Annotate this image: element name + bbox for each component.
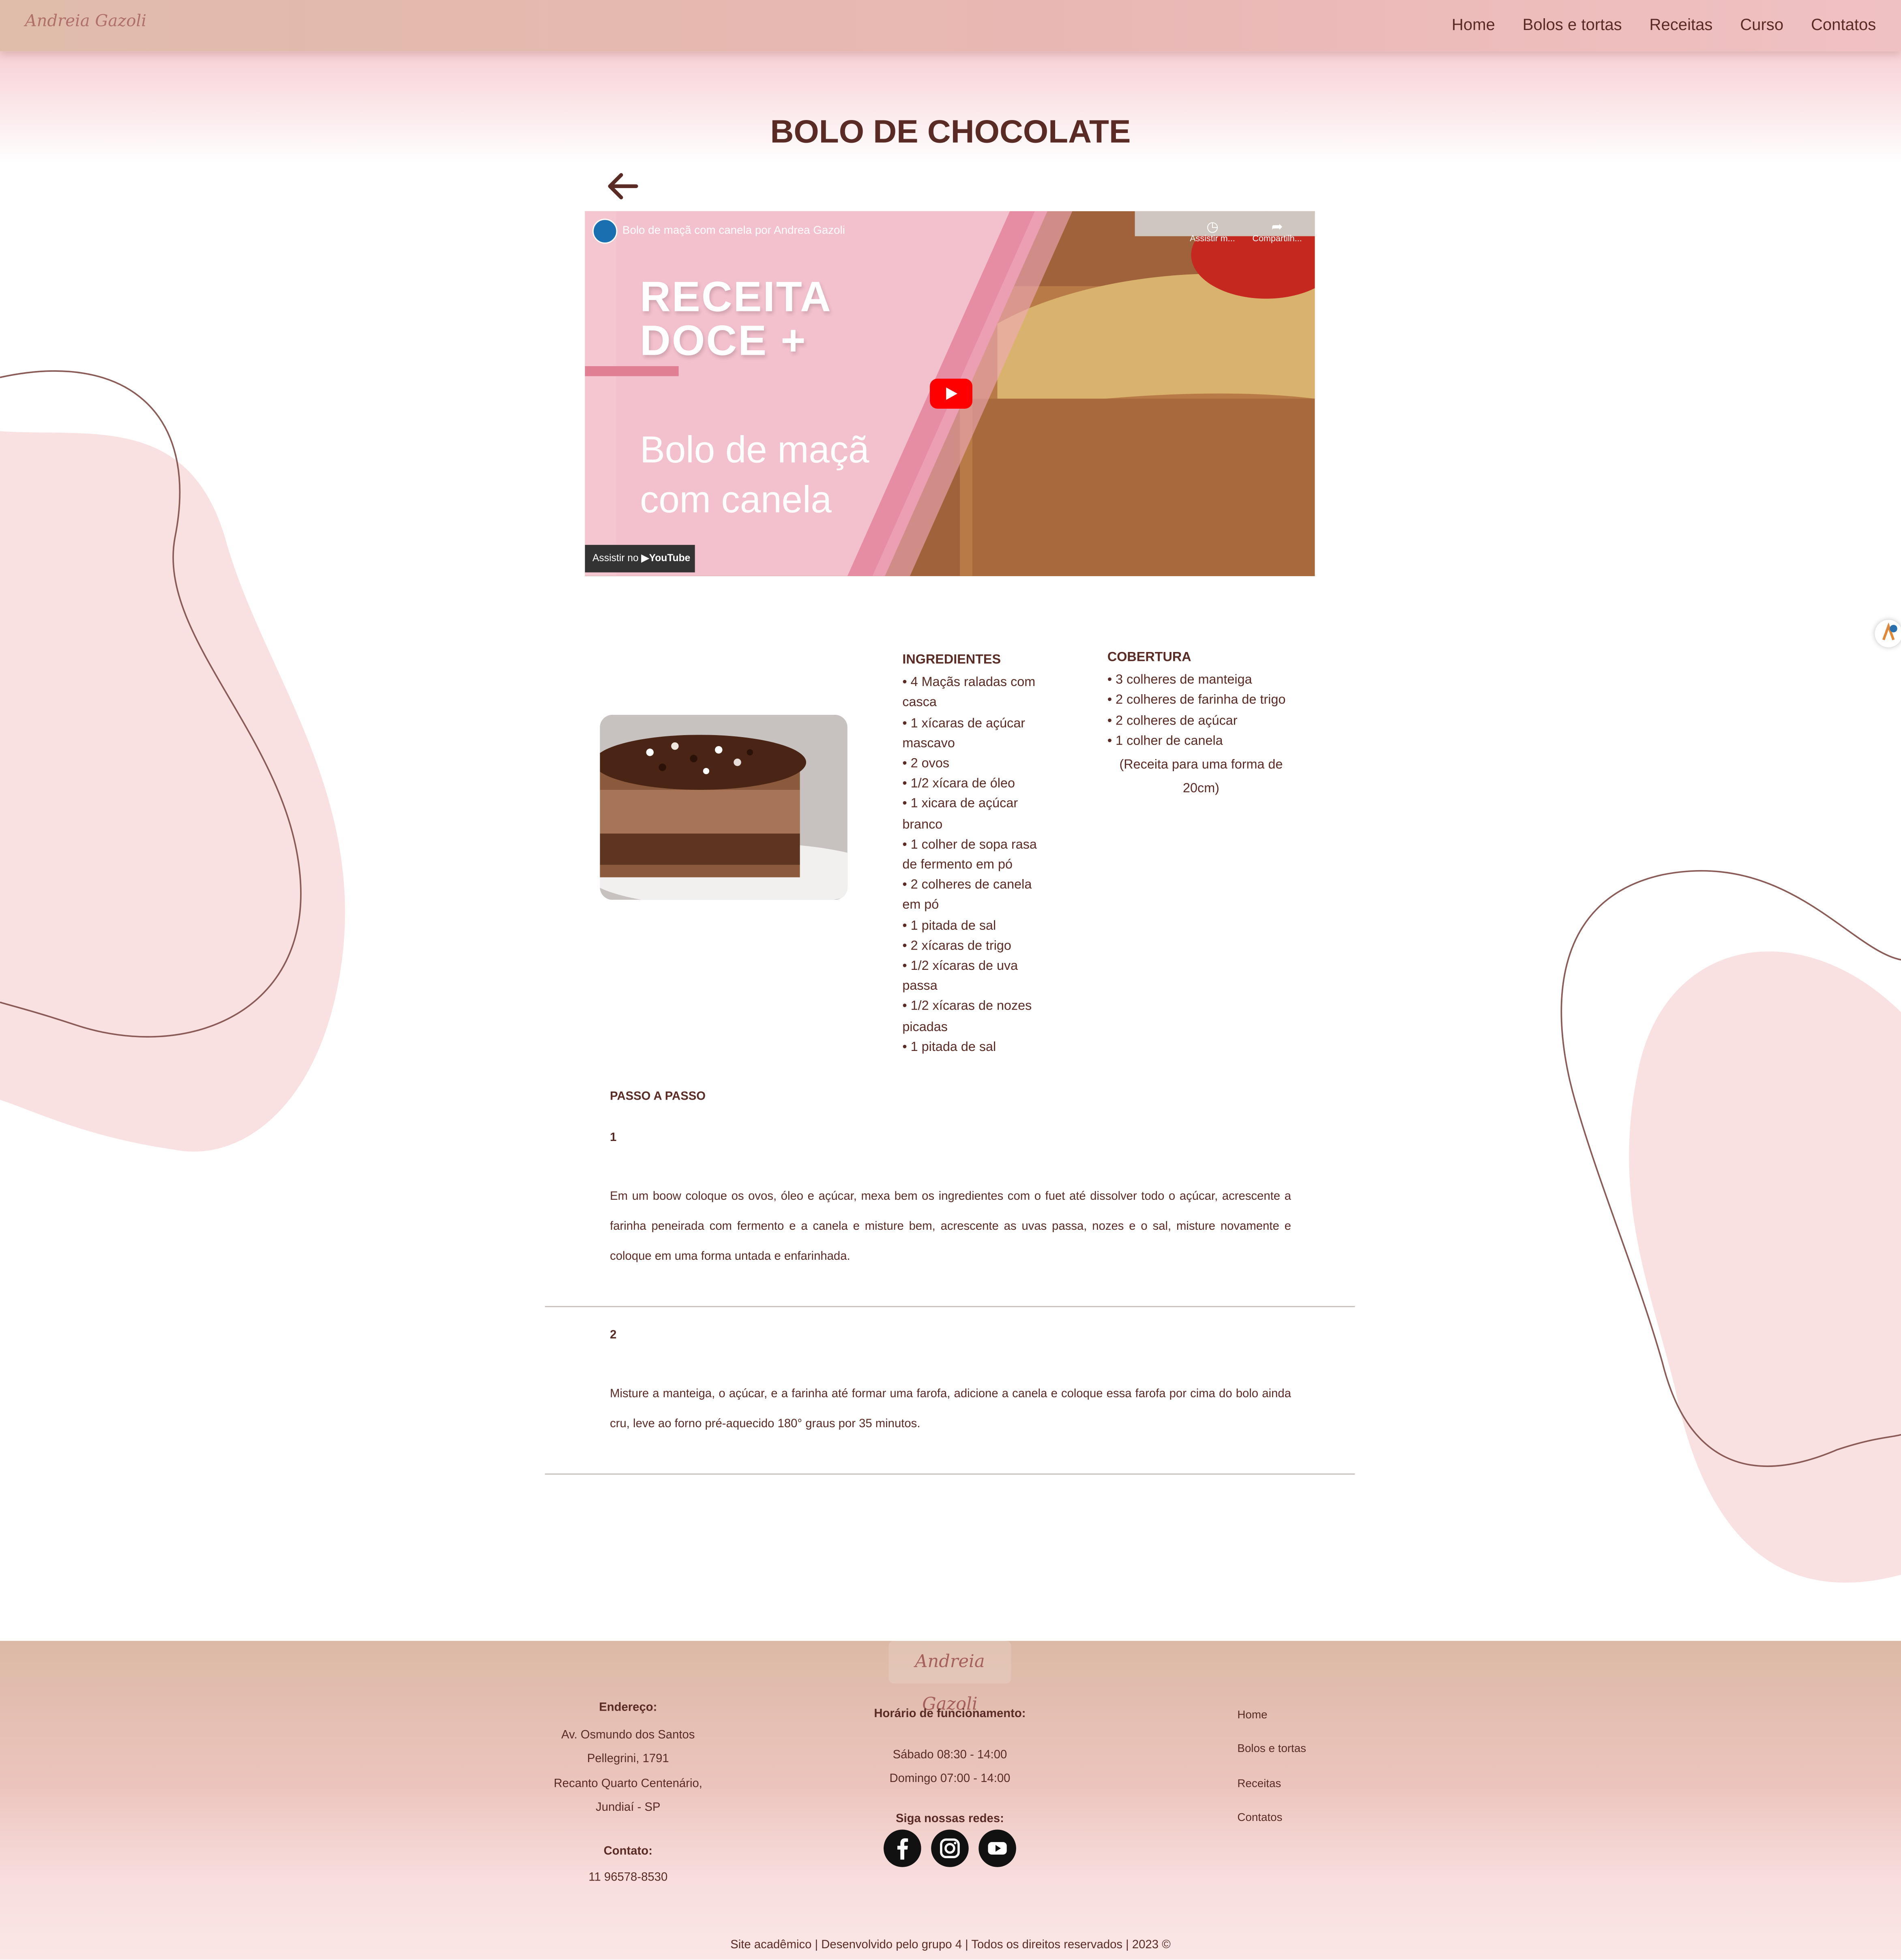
left-decorative-blob [0,370,345,1152]
footer-hours: Horário de funcionamento: Sábado 08:30 -… [850,1702,1050,1831]
top-navigation-bar: Andreia Gazoli Home Bolos e tortas Recei… [0,0,1901,51]
youtube-icon[interactable] [978,1829,1016,1867]
chocolate-cake-photo [600,715,848,900]
ingredient-item: • 1 xicara de açúcar branco [902,796,1018,832]
footer-link-home[interactable]: Home [1237,1698,1306,1733]
social-label: Siga nossas redes: [895,1811,1004,1825]
copyright-text: Site acadêmico | Desenvolvido pelo grupo… [730,1938,1171,1952]
topping-title: COBERTURA [1107,650,1191,665]
nav-bolos-e-tortas[interactable]: Bolos e tortas [1523,15,1622,34]
channel-avatar[interactable] [592,219,618,244]
topping-item: • 3 colheres de manteiga [1107,672,1252,688]
ingredient-item: • 1 xícaras de açúcar mascavo [902,715,1026,751]
youtube-logo-icon: ▶YouTube [641,552,691,564]
footer-link-contatos[interactable]: Contatos [1237,1801,1306,1835]
instagram-icon[interactable] [931,1829,969,1867]
facebook-icon[interactable] [884,1829,921,1867]
contact-phone: 11 96578-8530 [588,1871,668,1885]
ingredient-item: • 1/2 xícaras de nozes picadas [902,999,1032,1035]
ingredients-title: INGREDIENTES [902,652,1001,667]
thumbnail-heading: RECEITA DOCE + [640,276,832,364]
back-arrow-icon[interactable] [604,167,641,205]
footer-logo[interactable]: Andreia Gazoli [888,1640,1011,1715]
thumbnail-subtitle: Bolo de maçã com canela [640,426,869,526]
address-line: Av. Osmundo dos Santos [561,1728,695,1742]
thumbnail-accent-bar [585,366,679,376]
watch-on-youtube-button[interactable]: Assistir no ▶YouTube [585,545,695,573]
share-label: Compartilh... [1252,235,1302,244]
address-line: Recanto Quarto Centenário, [554,1776,702,1791]
step-divider [545,1473,1355,1475]
thumbnail-subtitle-line1: Bolo de maçã [640,430,869,471]
step-text: Misture a manteiga, o açúcar, e a farinh… [610,1387,1291,1431]
share-icon: ➦ [1271,220,1283,235]
ingredient-item: • 1/2 xícara de óleo [902,776,1015,791]
topping-item: • 2 colheres de açúcar [1107,713,1238,728]
steps-title: PASSO A PASSO [610,1089,706,1104]
thumbnail-heading-line1: RECEITA [640,274,832,322]
watch-later-label: Assistir m... [1190,235,1235,244]
accessibility-widget-icon[interactable] [1875,620,1901,648]
clock-icon: ◷ [1206,220,1219,235]
footer-link-receitas[interactable]: Receitas [1237,1767,1306,1801]
ingredient-item: • 1 colher de sopa rasa de fermento em p… [902,837,1037,873]
hours-line: Domingo 07:00 - 14:00 [889,1772,1011,1786]
topping-item: • 1 colher de canela [1107,733,1223,748]
thumbnail-subtitle-line2: com canela [640,480,832,521]
youtube-play-icon[interactable] [930,378,972,409]
address-label: Endereço: [599,1701,657,1715]
right-decorative-blob [1560,870,1901,1583]
step-number: 1 [610,1131,617,1145]
ingredient-item: • 4 Maçãs raladas com casca [902,675,1036,710]
watch-on-label: Assistir no [592,552,639,564]
ingredients-column: INGREDIENTES • 4 Maçãs raladas com casca… [902,650,1046,1057]
ingredient-item: • 1/2 xícaras de uva passa [902,959,1018,994]
step-divider [545,1306,1355,1307]
youtube-wordmark: YouTube [649,552,691,564]
hours-line: Sábado 08:30 - 14:00 [893,1748,1007,1762]
ingredient-item: • 2 ovos [902,756,950,771]
step-text: Em um boow coloque os ovos, óleo e açúca… [610,1190,1291,1264]
ingredient-item: • 1 pitada de sal [902,918,996,933]
contact-label: Contato: [603,1844,652,1858]
nav-contatos[interactable]: Contatos [1811,15,1876,34]
video-embed[interactable]: Bolo de maçã com canela por Andrea Gazol… [585,211,1315,576]
nav-receitas[interactable]: Receitas [1650,15,1713,34]
ingredient-item: • 1 pitada de sal [902,1039,996,1055]
address-line: Jundiaí - SP [596,1801,661,1815]
topping-item: • 2 colheres de farinha de trigo [1107,693,1286,708]
page-title: BOLO DE CHOCOLATE [770,112,1131,150]
ingredient-item: • 2 xícaras de trigo [902,938,1011,954]
footer-link-bolos-e-tortas[interactable]: Bolos e tortas [1237,1733,1306,1767]
nav-home[interactable]: Home [1452,15,1495,34]
video-title[interactable]: Bolo de maçã com canela por Andrea Gazol… [622,224,845,236]
site-logo[interactable]: Andreia Gazoli [25,13,147,31]
hours-label: Horário de funcionamento: [874,1707,1026,1721]
address-line: Pellegrini, 1791 [587,1752,669,1766]
nav-curso[interactable]: Curso [1740,15,1783,34]
recipe-size-note: (Receita para uma forma de 20cm) [1119,757,1283,796]
footer-links: Home Bolos e tortas Receitas Contatos [1237,1698,1306,1835]
step-number: 2 [610,1328,617,1342]
main-nav: Home Bolos e tortas Receitas Curso Conta… [1452,15,1876,34]
footer-address: Endereço: Av. Osmundo dos Santos Pellegr… [537,1696,719,1890]
share-button[interactable]: ➦ Compartilh... [1252,219,1302,244]
ingredient-item: • 2 colheres de canela em pó [902,877,1032,913]
thumbnail-heading-line2: DOCE + [640,317,807,365]
topping-column: COBERTURA • 3 colheres de manteiga • 2 c… [1107,648,1295,801]
watch-later-button[interactable]: ◷ Assistir m... [1190,219,1235,244]
